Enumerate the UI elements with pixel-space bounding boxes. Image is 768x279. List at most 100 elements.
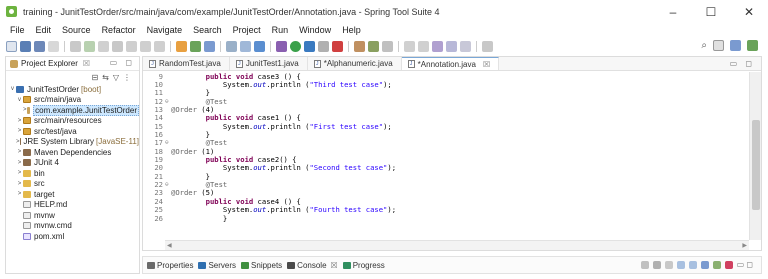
suspend-icon[interactable] — [98, 40, 109, 52]
step-over-icon[interactable] — [140, 40, 151, 52]
pin-console-icon[interactable] — [700, 260, 709, 269]
tree-item[interactable]: > JUnit 4 — [6, 158, 139, 169]
view-menu-icon[interactable]: ⋮ — [123, 73, 131, 82]
word-wrap-icon[interactable] — [688, 260, 697, 269]
collapsed-chevron-icon[interactable]: > — [16, 160, 23, 166]
editor-tab[interactable]: J *Annotation.java ☒ — [401, 57, 500, 70]
scroll-right-icon[interactable]: ▶ — [742, 242, 747, 249]
code-line[interactable]: 11 } — [143, 88, 749, 97]
code-line[interactable]: 10 System.out.println ("Third test case"… — [143, 80, 749, 89]
spring-perspective-icon[interactable] — [747, 40, 758, 51]
scroll-lock-icon[interactable] — [676, 260, 685, 269]
tree-item[interactable]: > src/test/java — [6, 126, 139, 137]
tab-snippets[interactable]: Snippets — [241, 261, 282, 270]
tree-item[interactable]: > src — [6, 179, 139, 190]
forward-icon[interactable] — [460, 40, 471, 52]
step-return-icon[interactable] — [154, 40, 165, 52]
editor-tab[interactable]: J RandomTest.java — [143, 57, 230, 70]
back-icon[interactable] — [446, 40, 457, 52]
clear-console-icon[interactable] — [664, 260, 673, 269]
tree-item[interactable]: > target — [6, 189, 139, 200]
menu-refactor[interactable]: Refactor — [102, 25, 136, 35]
annotation-prev-icon[interactable] — [418, 40, 429, 52]
pin-editor-icon[interactable] — [482, 40, 493, 52]
bottom-minimize-maximize-icon[interactable]: ▭ ◻ — [737, 260, 753, 269]
minimize-maximize-icon[interactable]: ▭ ◻ — [110, 58, 135, 67]
close-icon[interactable]: ☒ — [83, 59, 90, 68]
new-icon[interactable] — [6, 40, 17, 52]
tree-item[interactable]: v src/main/java — [6, 95, 139, 106]
java-perspective-icon[interactable] — [730, 40, 741, 51]
tab-servers[interactable]: Servers — [198, 261, 236, 270]
collapsed-chevron-icon[interactable]: > — [23, 107, 27, 113]
tree-item[interactable]: > bin — [6, 168, 139, 179]
print-icon[interactable] — [48, 40, 59, 52]
filter-icon[interactable]: ▽ — [113, 73, 119, 82]
menu-project[interactable]: Project — [233, 25, 261, 35]
tab-properties[interactable]: Properties — [147, 261, 193, 270]
step-into-icon[interactable] — [126, 40, 137, 52]
open-console-icon[interactable] — [712, 260, 721, 269]
code-line[interactable]: 12 ⊖ @Test — [143, 97, 749, 106]
menu-source[interactable]: Source — [62, 25, 91, 35]
tab-console[interactable]: Console ☒ — [287, 261, 338, 270]
close-button[interactable]: ✕ — [730, 0, 768, 23]
code-editor[interactable]: 9 public void case3 () {10 System.out.pr… — [143, 72, 749, 250]
debug-icon[interactable] — [276, 40, 287, 52]
terminate-icon[interactable] — [112, 40, 123, 52]
open-perspective-icon[interactable] — [713, 40, 724, 51]
collapsed-chevron-icon[interactable]: > — [16, 118, 23, 124]
close-tab-icon[interactable]: ☒ — [483, 60, 490, 69]
collapsed-chevron-icon[interactable]: > — [16, 128, 23, 134]
open-type-icon[interactable] — [354, 40, 365, 52]
menu-run[interactable]: Run — [272, 25, 289, 35]
editor-minimize-maximize-icon[interactable]: ▭ ◻ — [730, 59, 755, 68]
java-icon[interactable] — [204, 40, 215, 52]
terminate-console-icon[interactable] — [640, 260, 649, 269]
open-task-icon[interactable] — [368, 40, 379, 52]
annotation-next-icon[interactable] — [404, 40, 415, 52]
display-console-icon[interactable] — [724, 260, 733, 269]
tree-item[interactable]: v JunitTestOrder [boot] — [6, 84, 139, 95]
tree-item[interactable]: > Maven Dependencies — [6, 147, 139, 158]
tree-item[interactable]: mvnw — [6, 210, 139, 221]
code-line[interactable]: 25 System.out.println ("Fourth test case… — [143, 205, 749, 214]
menu-help[interactable]: Help — [342, 25, 361, 35]
boot-dashboard-icon[interactable] — [176, 40, 187, 52]
external-tools-icon[interactable] — [318, 40, 329, 52]
code-line[interactable]: 17 ⊖ @Test — [143, 138, 749, 147]
code-line[interactable]: 20 System.out.println ("Second test case… — [143, 163, 749, 172]
coverage-icon[interactable] — [304, 40, 315, 52]
horizontal-scrollbar[interactable]: ◀ ▶ — [165, 240, 749, 250]
tab-project-explorer[interactable]: Project Explorer ☒ ▭ ◻ — [6, 57, 139, 71]
code-line[interactable]: 21 } — [143, 172, 749, 181]
code-line[interactable]: 26 } — [143, 214, 749, 223]
expanded-chevron-icon[interactable]: v — [16, 97, 23, 103]
menu-window[interactable]: Window — [299, 25, 331, 35]
code-line[interactable]: 15 System.out.println ("First test case"… — [143, 122, 749, 131]
code-line[interactable]: 16 } — [143, 130, 749, 139]
collapsed-chevron-icon[interactable]: > — [16, 170, 23, 176]
collapsed-chevron-icon[interactable]: > — [16, 181, 23, 187]
tab-progress[interactable]: Progress — [342, 261, 385, 270]
vertical-scrollbar[interactable] — [749, 72, 761, 240]
spring-icon[interactable] — [190, 40, 201, 52]
last-edit-location-icon[interactable] — [432, 40, 443, 52]
collapsed-chevron-icon[interactable]: > — [16, 149, 23, 155]
collapsed-chevron-icon[interactable]: > — [16, 139, 20, 145]
close-tab-icon[interactable]: ☒ — [331, 261, 338, 270]
tree-item[interactable]: > JRE System Library [JavaSE-11] — [6, 137, 139, 148]
new-package-icon[interactable] — [240, 40, 251, 52]
tree-item[interactable]: > src/main/resources — [6, 116, 139, 127]
scroll-left-icon[interactable]: ◀ — [167, 242, 172, 249]
new-java-project-icon[interactable] — [226, 40, 237, 52]
stop-icon[interactable] — [332, 40, 343, 52]
run-icon[interactable] — [290, 40, 301, 52]
tree-item[interactable]: pom.xml — [6, 231, 139, 242]
maximize-button[interactable]: ☐ — [692, 0, 730, 23]
menu-navigate[interactable]: Navigate — [147, 25, 183, 35]
save-all-icon[interactable] — [34, 40, 45, 52]
save-icon[interactable] — [20, 40, 31, 52]
editor-tab[interactable]: J JunitTest1.java — [230, 57, 308, 70]
new-class-icon[interactable] — [254, 40, 265, 52]
